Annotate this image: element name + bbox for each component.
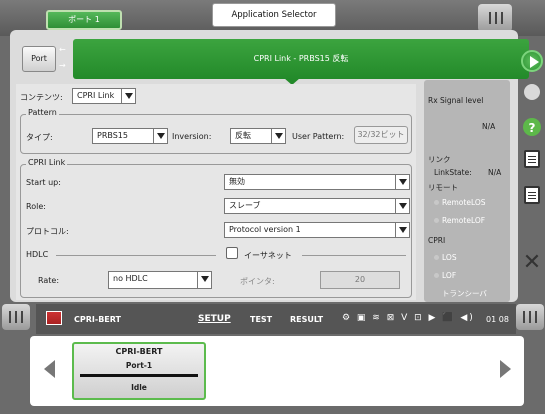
startup-select[interactable]: 無効	[224, 174, 410, 190]
app-logo-icon	[46, 311, 62, 325]
cpri-bert-card[interactable]: CPRI-BERT Port-1 Idle	[72, 342, 206, 400]
role-label: Role:	[26, 202, 46, 211]
pointer-label: ポインタ:	[240, 277, 275, 286]
transceiver-label: トランシーバ	[442, 289, 487, 298]
user-pattern-button[interactable]: 32/32ビット	[354, 126, 408, 144]
type-label: タイプ:	[26, 133, 53, 142]
clock: 01 08	[486, 315, 509, 324]
card-progress-bar	[80, 374, 198, 377]
app-name: CPRI-BERT	[74, 315, 122, 324]
document-icon[interactable]	[524, 150, 540, 168]
content-label: コンテンツ:	[20, 93, 63, 102]
chevron-down-icon	[121, 89, 135, 103]
lof-label: LOF	[442, 271, 457, 280]
rx-signal-value: N/A	[482, 122, 496, 131]
protocol-label: プロトコル:	[26, 227, 69, 236]
remote-los-led	[434, 200, 439, 205]
los-led	[434, 255, 439, 260]
rx-signal-label: Rx Signal level	[428, 96, 484, 105]
left-handle[interactable]	[2, 304, 30, 330]
status-dot-icon	[524, 84, 540, 100]
remote-lof-label: RemoteLOF	[442, 216, 486, 225]
header-row: Port ← → CPRI Link - PRBS15 反転	[22, 36, 529, 85]
los-label: LOS	[442, 253, 457, 262]
hdlc-divider	[56, 255, 216, 256]
inversion-select[interactable]: 反転	[230, 128, 286, 144]
content-select[interactable]: CPRI Link	[72, 88, 136, 104]
settings-content: コンテンツ: CPRI Link Pattern タイプ: PRBS15 Inv…	[16, 84, 416, 300]
ethernet-divider	[302, 255, 406, 256]
application-selector-button[interactable]: Application Selector	[212, 3, 336, 27]
link-state-value: N/A	[488, 168, 502, 177]
port-button[interactable]: Port	[22, 46, 56, 72]
ethernet-label: イーサネット	[244, 251, 292, 260]
card-title: CPRI-BERT	[115, 347, 163, 356]
tab-test[interactable]: TEST	[250, 315, 272, 324]
rate-label: Rate:	[38, 276, 60, 285]
rate-select-value: no HDLC	[113, 274, 148, 283]
edit-document-icon[interactable]	[524, 186, 540, 204]
chevron-down-icon	[153, 129, 167, 143]
lof-led	[434, 273, 439, 278]
chevron-down-icon	[197, 272, 211, 288]
cpri-link-group-title: CPRI Link	[26, 158, 68, 167]
link-title: リンク	[428, 155, 451, 164]
content-select-value: CPRI Link	[77, 91, 115, 100]
role-select[interactable]: スレーブ	[224, 198, 410, 214]
chevron-down-icon	[395, 223, 409, 237]
remote-title: リモート	[428, 183, 458, 192]
link-state-label: LinkState:	[434, 168, 472, 177]
inversion-select-value: 反転	[235, 131, 251, 140]
startup-label: Start up:	[26, 178, 61, 187]
chevron-down-icon	[271, 129, 285, 143]
protocol-select[interactable]: Protocol version 1	[224, 222, 410, 238]
type-select-value: PRBS15	[97, 131, 128, 140]
rate-select[interactable]: no HDLC	[108, 271, 212, 289]
type-select[interactable]: PRBS15	[92, 128, 168, 144]
startup-select-value: 無効	[229, 177, 245, 186]
chevron-down-icon	[395, 199, 409, 213]
pointer-input[interactable]: 20	[320, 271, 400, 289]
cpri-link-banner[interactable]: CPRI Link - PRBS15 反転	[73, 39, 529, 79]
card-status: Idle	[131, 383, 147, 392]
right-handle[interactable]	[516, 304, 544, 330]
role-select-value: スレーブ	[229, 201, 261, 210]
tab-result[interactable]: RESULT	[290, 315, 323, 324]
chevron-right-icon[interactable]	[500, 360, 511, 378]
signal-panel: Rx Signal level N/A リンク LinkState: N/A リ…	[424, 80, 510, 302]
pattern-group-title: Pattern	[26, 108, 59, 117]
card-port: Port-1	[125, 361, 153, 370]
cpri-title: CPRI	[428, 236, 446, 245]
remote-los-label: RemoteLOS	[442, 198, 486, 207]
status-icons: ⚙ ▣ ≋ ⊠ V ⊡ ▶ ⬛ ◀)	[342, 313, 475, 323]
protocol-select-value: Protocol version 1	[229, 225, 301, 234]
ethernet-checkbox[interactable]	[226, 247, 238, 259]
port-arrow-icon: ← →	[59, 45, 66, 70]
hdlc-title: HDLC	[26, 250, 49, 259]
user-pattern-label: User Pattern:	[292, 132, 345, 141]
chevron-down-icon	[395, 175, 409, 189]
right-toolbar: ? ✕	[518, 38, 545, 288]
close-icon[interactable]: ✕	[521, 252, 543, 274]
port-tab[interactable]: ポート 1	[46, 10, 122, 30]
play-icon[interactable]	[521, 50, 543, 72]
chevron-left-icon[interactable]	[44, 360, 55, 378]
help-icon[interactable]: ?	[523, 118, 541, 136]
inversion-label: Inversion:	[172, 132, 212, 141]
bottom-strip: CPRI-BERT SETUP TEST RESULT ⚙ ▣ ≋ ⊠ V ⊡ …	[36, 304, 516, 334]
tab-setup[interactable]: SETUP	[198, 314, 231, 324]
remote-lof-led	[434, 218, 439, 223]
app-card-area: CPRI-BERT Port-1 Idle	[30, 336, 524, 406]
top-right-handle[interactable]	[478, 4, 512, 32]
